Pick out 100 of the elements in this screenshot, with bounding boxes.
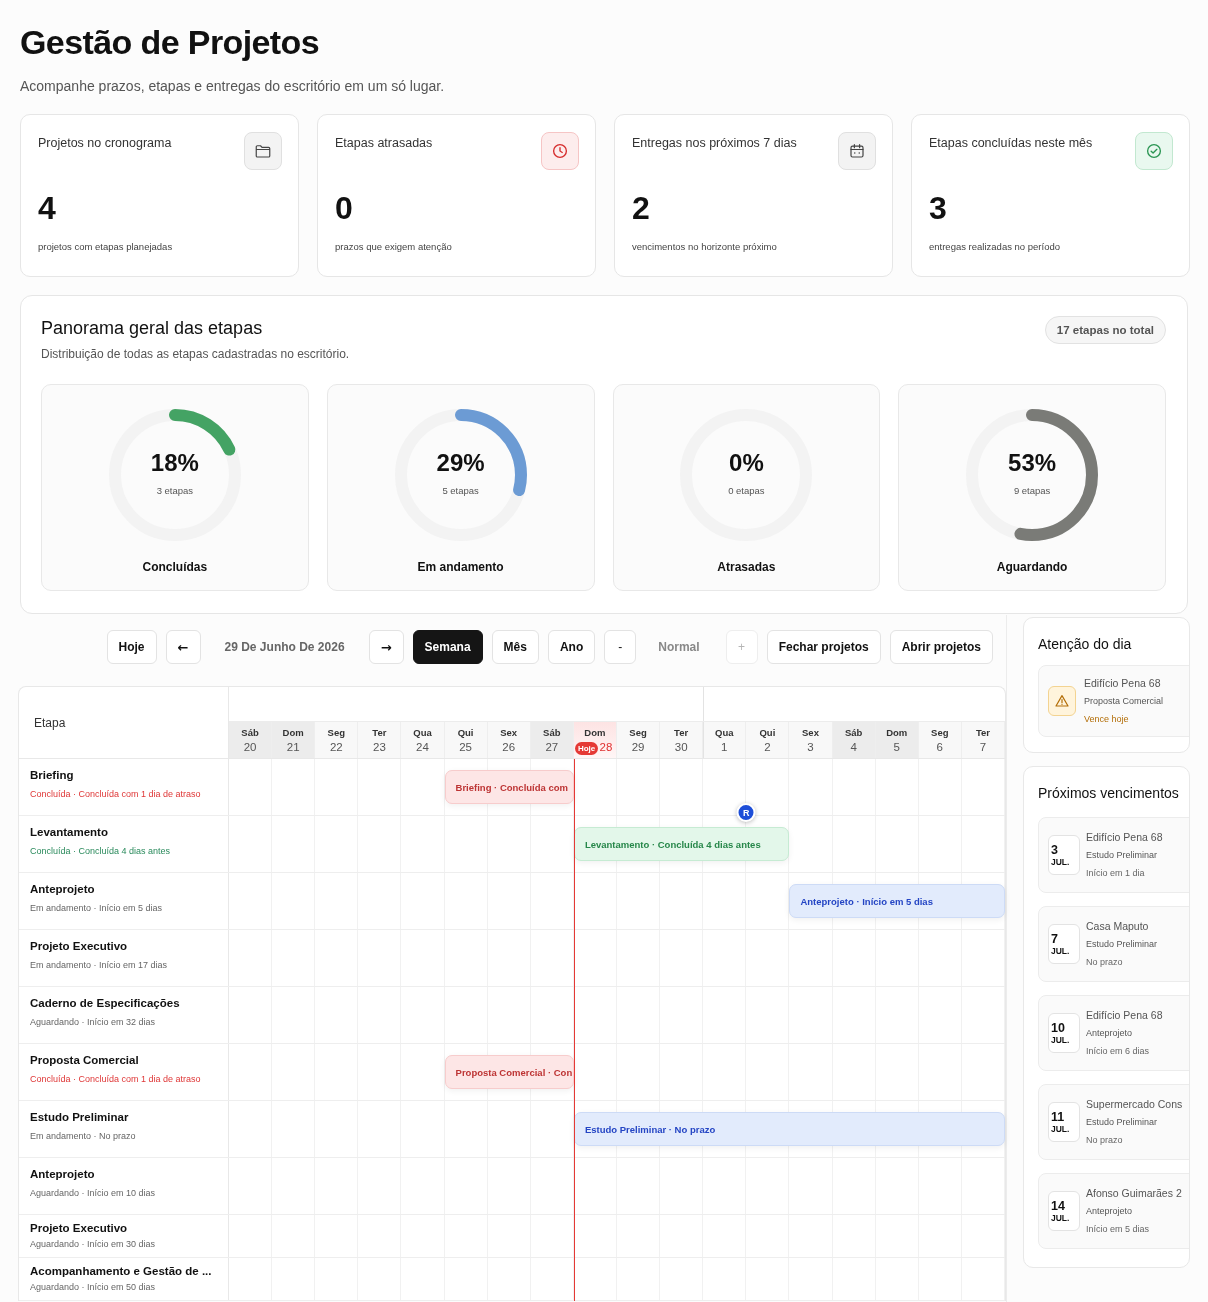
stat-value: 3 [929, 189, 948, 227]
day-number: 1 [721, 740, 728, 754]
weekday-label: Qui [457, 726, 474, 738]
day-number: 26 [502, 740, 516, 754]
stat-label: Projetos no cronograma [38, 135, 172, 151]
warning-icon [1048, 686, 1076, 716]
stage-name: Estudo Preliminar [1086, 849, 1159, 862]
project-name: Supermercado Cons [1086, 1097, 1183, 1112]
stage-status: Aguardando · Início em 50 dias [30, 1281, 157, 1293]
day-number: 2 [764, 740, 771, 754]
stage-title: Caderno de Especificações [30, 996, 181, 1011]
deadline-item[interactable]: 11 JUL. Supermercado Cons Estudo Preliminar No prazo [1038, 1084, 1189, 1160]
view-tab[interactable]: Mês [491, 630, 539, 664]
section-title: Panorama geral das etapas [41, 317, 264, 340]
gantt-bar[interactable]: Briefing · Concluída com [444, 770, 574, 804]
date-day: 14 [1051, 1198, 1079, 1213]
weekday-label: Sáb [241, 726, 259, 738]
status-label: Concluídas [142, 559, 208, 575]
stage-title: Anteprojeto [30, 882, 96, 897]
stat-caption: projetos com etapas planejadas [38, 240, 174, 254]
day-number: 6 [936, 740, 943, 754]
deadline-status: Vence hoje [1084, 713, 1130, 726]
day-number: 29 [631, 740, 645, 754]
stage-status: Aguardando · Início em 30 dias [30, 1238, 157, 1250]
stage-title: Estudo Preliminar [30, 1110, 130, 1125]
deadline-item[interactable]: 10 JUL. Edifício Pena 68 Anteprojeto Início em 6 dias [1038, 995, 1189, 1071]
stage-status: Aguardando · Início em 32 dias [30, 1016, 157, 1028]
zoom-out-button[interactable]: - [604, 630, 637, 664]
day-number: 4 [850, 740, 857, 754]
percent-value: 0% [729, 449, 764, 477]
stage-status: Concluída · Concluída com 1 dia de atraso [30, 1073, 202, 1085]
project-name: Casa Maputo [1086, 919, 1150, 934]
date-month: JUL. [1051, 856, 1071, 868]
status-label: Aguardando [996, 559, 1068, 575]
date-month: JUL. [1051, 1034, 1071, 1046]
section-subtitle: Distribuição de todas as etapas cadastradas no escritório. [41, 346, 350, 362]
attention-item[interactable]: Edifício Pena 68 Proposta Comercial Vence hoje [1038, 665, 1189, 737]
gantt-bar[interactable]: Anteprojeto · Início em 5 dias [789, 884, 1005, 918]
stat-label: Etapas atrasadas [335, 135, 433, 151]
day-number: 5 [893, 740, 900, 754]
today-button[interactable]: Hoje [106, 630, 157, 664]
deadline-item[interactable]: 7 JUL. Casa Maputo Estudo Preliminar No prazo [1038, 906, 1189, 982]
date-label: 29 De Junho De 2026 [223, 640, 346, 654]
stage-title: Anteprojeto [30, 1167, 96, 1182]
gantt-bar[interactable]: Levantamento · Concluída 4 dias antes [573, 827, 790, 861]
day-number: 7 [979, 740, 987, 754]
date-month: JUL. [1051, 1123, 1071, 1135]
stat-value: 0 [335, 189, 354, 227]
status-label: Em andamento [417, 559, 504, 575]
zoom-level-label: Normal [657, 640, 701, 654]
view-tab[interactable]: Semana [412, 630, 483, 664]
total-badge: 17 etapas no total [1044, 316, 1166, 344]
card-title: Atenção do dia [1038, 635, 1133, 654]
status-label: Atrasadas [717, 559, 776, 575]
letter-marker[interactable]: R [736, 803, 756, 822]
stat-value: 4 [38, 189, 57, 227]
stage-status: Concluída · Concluída 4 dias antes [30, 845, 172, 857]
deadline-item[interactable]: 3 JUL. Edifício Pena 68 Estudo Preliminar Início em 1 dia [1038, 817, 1189, 893]
weekday-label: Qui [759, 726, 776, 738]
day-number: 24 [416, 740, 429, 754]
stage-name: Estudo Preliminar [1086, 1116, 1159, 1129]
project-name: Edifício Pena 68 [1086, 830, 1163, 845]
next-button[interactable]: → [368, 630, 404, 664]
stage-count: 5 etapas [442, 484, 479, 497]
gantt-bar[interactable]: Estudo Preliminar · No prazo [573, 1112, 1005, 1146]
weekday-label: Ter [674, 726, 689, 738]
previous-button[interactable]: ← [165, 630, 201, 664]
stage-title: Briefing [30, 768, 75, 783]
clock-icon [541, 132, 579, 170]
stage-name: Estudo Preliminar [1086, 938, 1158, 951]
folder-icon [244, 132, 282, 170]
day-number: 23 [373, 740, 386, 754]
weekday-label: Qua [413, 726, 432, 738]
stat-caption: vencimentos no horizonte próximo [632, 240, 778, 254]
percent-value: 18% [150, 449, 199, 477]
calendar-icon [838, 132, 876, 170]
weekday-label: Ter [372, 726, 387, 738]
day-number: 30 [674, 740, 688, 754]
weekday-label: Qua [715, 726, 734, 738]
gantt-bar[interactable]: Proposta Comercial · Con [444, 1055, 574, 1089]
weekday-label: Seg [931, 726, 949, 738]
stage-name: Anteprojeto [1086, 1027, 1134, 1040]
page-title: Gestão de Projetos [20, 22, 321, 63]
stage-status: Em andamento · No prazo [30, 1130, 137, 1142]
view-tab[interactable]: Ano [547, 630, 596, 664]
project-name: Edifício Pena 68 [1084, 676, 1162, 691]
toolbar-button[interactable]: Fechar projetos [766, 630, 881, 664]
date-day: 7 [1051, 931, 1079, 946]
stage-status: Concluída · Concluída com 1 dia de atraso [30, 788, 202, 800]
percent-value: 29% [436, 449, 485, 477]
stat-caption: entregas realizadas no período [929, 240, 1061, 254]
page-subtitle: Acompanhe prazos, etapas e entregas do escritório em um só lugar. [20, 77, 446, 96]
toolbar-button[interactable]: Abrir projetos [889, 630, 993, 664]
weekday-label: Sáb [543, 726, 561, 738]
percent-value: 53% [1008, 449, 1057, 477]
stage-name: Proposta Comercial [1084, 695, 1164, 708]
deadline-item[interactable]: 14 JUL. Afonso Guimarães 2 Anteprojeto Início em 5 dias [1038, 1173, 1189, 1249]
stage-name: Anteprojeto [1086, 1205, 1134, 1218]
stage-title: Projeto Executivo [30, 939, 129, 954]
date-month: JUL. [1051, 945, 1071, 957]
